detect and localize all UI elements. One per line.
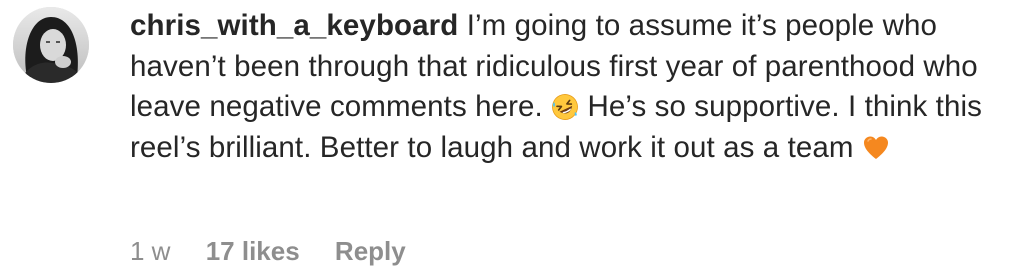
comment-time: 1 w (130, 236, 171, 266)
comment-username[interactable]: chris_with_a_keyboard (130, 9, 458, 42)
comment-likes[interactable]: 17 likes (206, 236, 300, 266)
orange-heart-emoji-icon (862, 134, 890, 162)
avatar[interactable] (13, 7, 89, 83)
rolling-on-floor-laughing-emoji-icon (551, 93, 579, 121)
comment: chris_with_a_keyboard I’m going to assum… (0, 0, 1024, 270)
comment-meta: 1 w 17 likes Reply (130, 236, 434, 266)
reply-button[interactable]: Reply (335, 236, 406, 266)
comment-body: chris_with_a_keyboard I’m going to assum… (130, 6, 1010, 168)
